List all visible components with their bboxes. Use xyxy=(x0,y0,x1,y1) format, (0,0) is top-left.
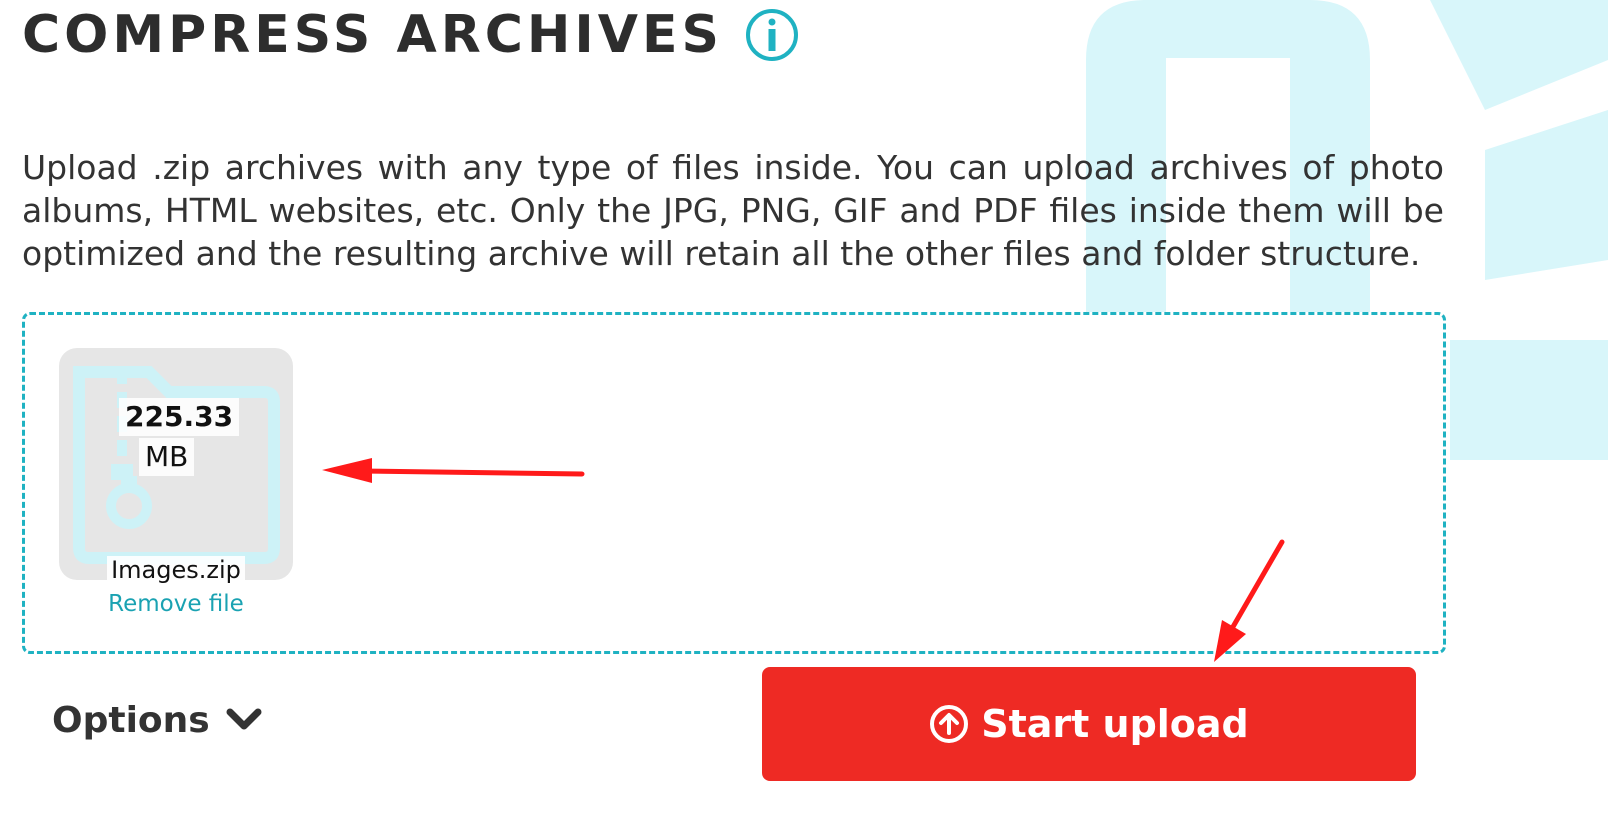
options-label: Options xyxy=(52,700,210,741)
file-dropzone[interactable]: 225.33 MB Images.zip Remove file xyxy=(22,312,1446,654)
start-upload-label: Start upload xyxy=(981,702,1249,746)
file-name-text: Images.zip xyxy=(107,556,245,584)
description-text: Upload .zip archives with any type of fi… xyxy=(22,148,1444,273)
file-name: Images.zip xyxy=(59,555,293,585)
options-toggle[interactable]: Options xyxy=(52,700,262,741)
file-size-value: 225.33 xyxy=(119,398,240,436)
chevron-down-icon xyxy=(226,706,262,736)
upload-circle-icon xyxy=(929,704,969,744)
remove-file-link[interactable]: Remove file xyxy=(59,589,293,619)
file-size-unit: MB xyxy=(139,438,195,476)
start-upload-button[interactable]: Start upload xyxy=(762,667,1416,781)
file-preview: 225.33 MB xyxy=(59,348,293,580)
page-title: COMPRESS ARCHIVES xyxy=(22,5,723,65)
info-circle-icon[interactable] xyxy=(745,8,799,62)
page-header: COMPRESS ARCHIVES xyxy=(22,0,799,70)
